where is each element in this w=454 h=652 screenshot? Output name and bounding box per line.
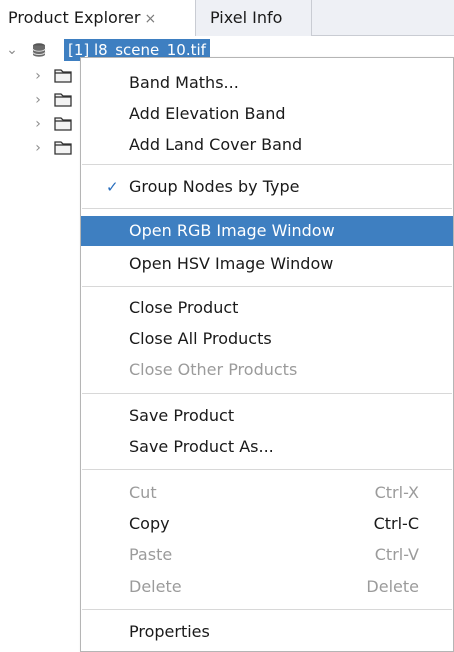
menu-separator <box>82 609 452 610</box>
menu-separator <box>82 164 452 165</box>
menu-item-band-maths[interactable]: Band Maths... <box>81 68 453 98</box>
menu-item-cut[interactable]: Cut Ctrl-X <box>81 478 453 508</box>
folder-icon <box>54 141 72 155</box>
menu-item-label: Open HSV Image Window <box>129 254 334 273</box>
menu-item-label: Delete <box>129 577 182 596</box>
menu-item-label: Paste <box>129 545 173 564</box>
menu-item-shortcut: Ctrl-V <box>374 545 419 564</box>
folder-icon <box>54 69 72 83</box>
menu-item-label: Band Maths... <box>129 73 239 92</box>
chevron-right-icon[interactable]: › <box>31 141 45 155</box>
menu-item-open-rgb-image-window[interactable]: Open RGB Image Window <box>81 216 453 246</box>
menu-separator <box>82 393 452 394</box>
checkmark-icon: ✓ <box>106 178 119 196</box>
menu-separator <box>82 286 452 287</box>
folder-icon <box>54 93 72 107</box>
menu-item-save-product[interactable]: Save Product <box>81 401 453 431</box>
chevron-down-icon[interactable]: ⌄ <box>5 43 19 57</box>
menu-item-group-nodes-by-type[interactable]: ✓ Group Nodes by Type <box>81 172 453 202</box>
menu-item-label: Save Product <box>129 406 235 425</box>
menu-item-close-other-products[interactable]: Close Other Products <box>81 355 453 385</box>
tab-pixel-info[interactable]: Pixel Info <box>196 0 312 36</box>
menu-item-label: Close Product <box>129 298 239 317</box>
menu-item-shortcut: Delete <box>366 577 419 596</box>
menu-item-paste[interactable]: Paste Ctrl-V <box>81 540 453 570</box>
menu-item-label: Save Product As... <box>129 437 274 456</box>
tab-bar: Product Explorer × Pixel Info <box>0 0 454 36</box>
context-menu: Band Maths... Add Elevation Band Add Lan… <box>80 57 454 652</box>
close-icon[interactable]: × <box>144 11 156 27</box>
tab-product-explorer[interactable]: Product Explorer × <box>0 0 196 36</box>
menu-item-copy[interactable]: Copy Ctrl-C <box>81 509 453 539</box>
database-icon <box>32 43 46 57</box>
menu-item-close-product[interactable]: Close Product <box>81 293 453 323</box>
menu-item-label: Copy <box>129 514 170 533</box>
chevron-right-icon[interactable]: › <box>31 117 45 131</box>
tab-label: Product Explorer <box>8 8 141 27</box>
menu-item-label: Cut <box>129 483 157 502</box>
menu-item-shortcut: Ctrl-C <box>373 514 419 533</box>
menu-item-label: Close Other Products <box>129 360 298 379</box>
menu-item-label: Close All Products <box>129 329 272 348</box>
folder-icon <box>54 117 72 131</box>
menu-item-properties[interactable]: Properties <box>81 617 453 647</box>
menu-item-shortcut: Ctrl-X <box>374 483 419 502</box>
menu-item-save-product-as[interactable]: Save Product As... <box>81 432 453 462</box>
menu-item-add-land-cover-band[interactable]: Add Land Cover Band <box>81 130 453 160</box>
menu-item-label: Open RGB Image Window <box>129 221 335 240</box>
menu-item-delete[interactable]: Delete Delete <box>81 572 453 602</box>
tab-label: Pixel Info <box>210 8 283 27</box>
menu-item-add-elevation-band[interactable]: Add Elevation Band <box>81 99 453 129</box>
menu-item-label: Properties <box>129 622 210 641</box>
menu-item-close-all-products[interactable]: Close All Products <box>81 324 453 354</box>
menu-item-label: Add Land Cover Band <box>129 135 303 154</box>
chevron-right-icon[interactable]: › <box>31 93 45 107</box>
menu-separator <box>82 469 452 470</box>
menu-separator <box>82 208 452 209</box>
menu-item-open-hsv-image-window[interactable]: Open HSV Image Window <box>81 249 453 279</box>
menu-item-label: Group Nodes by Type <box>129 177 300 196</box>
menu-item-label: Add Elevation Band <box>129 104 286 123</box>
chevron-right-icon[interactable]: › <box>31 69 45 83</box>
